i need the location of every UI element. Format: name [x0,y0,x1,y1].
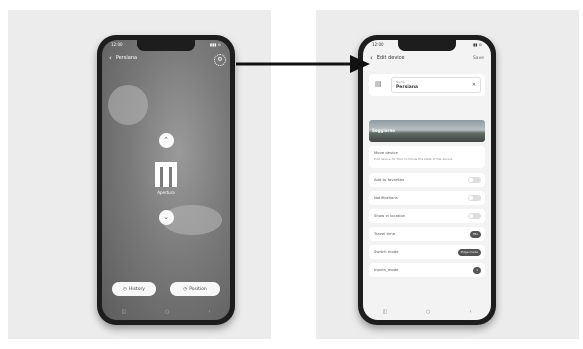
settings-gear-icon[interactable]: ⚙ [214,54,226,66]
status-time: 12:00 [111,42,123,47]
transition-arrow [236,55,370,73]
status-icons: ▮▮▮ ⊝ [209,42,221,47]
status-time: 12:00 [372,42,384,47]
device-title: Persiana [115,55,138,61]
screen-header: ‹ Persiana [109,53,223,63]
status-icons: ▮▮ ⊝ [472,42,482,47]
back-icon[interactable]: ‹ [109,54,112,62]
arrow-head [350,55,370,73]
phone-notch [398,40,456,51]
phone-notch [137,40,195,51]
